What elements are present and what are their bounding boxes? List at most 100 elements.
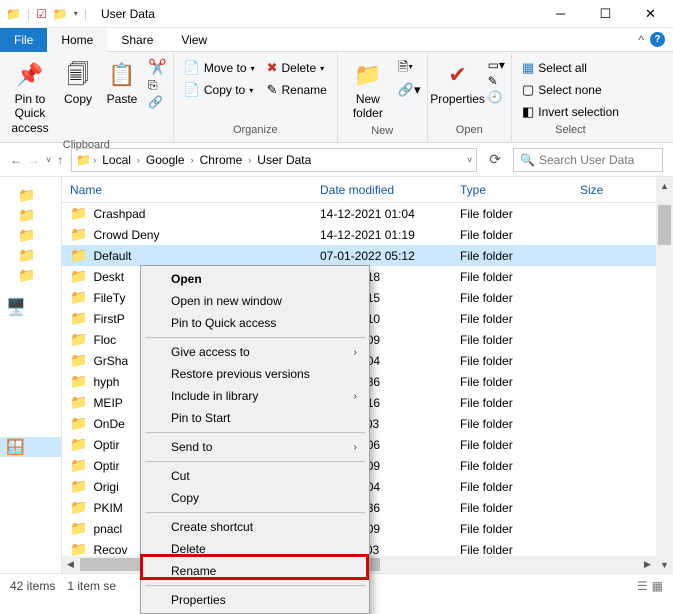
tree-item[interactable]: 📁: [0, 185, 61, 205]
breadcrumb-seg[interactable]: User Data: [253, 153, 315, 167]
select-all-button[interactable]: ▦Select all: [518, 58, 623, 78]
cut-icon[interactable]: ✂️: [148, 58, 167, 76]
ctx-send-to[interactable]: Send to›: [143, 436, 367, 458]
ctx-delete[interactable]: Delete: [143, 538, 367, 560]
file-date: 14-12-2021 01:04: [312, 207, 452, 221]
scroll-down-icon[interactable]: ▼: [656, 556, 673, 573]
invert-icon: ◧: [522, 104, 534, 120]
file-name: pnacl: [93, 522, 122, 536]
open-icon[interactable]: ▭▾: [488, 58, 505, 72]
tree-item[interactable]: 🪟: [0, 437, 61, 457]
tree-item[interactable]: 📁: [0, 205, 61, 225]
file-row[interactable]: 📁Default07-01-2022 05:12File folder: [62, 245, 673, 266]
col-date[interactable]: Date modified: [312, 183, 452, 197]
folder-icon: 📁: [70, 247, 87, 264]
new-folder-button[interactable]: 📁 New folder: [344, 58, 392, 123]
copy-button[interactable]: 🗐 Copy: [58, 58, 98, 108]
chevron-icon[interactable]: ›: [137, 155, 140, 165]
move-to-button[interactable]: 📄Move to▾: [180, 58, 259, 78]
maximize-button[interactable]: ☐: [583, 0, 628, 28]
scroll-up-icon[interactable]: ▲: [656, 177, 673, 194]
folder-icon: 📁: [70, 310, 87, 327]
ctx-create-shortcut[interactable]: Create shortcut: [143, 516, 367, 538]
breadcrumb-seg[interactable]: Local: [98, 153, 135, 167]
ctx-pin-quick-access[interactable]: Pin to Quick access: [143, 312, 367, 334]
folder-icon: 📁: [70, 520, 87, 537]
recent-dropdown[interactable]: ˅: [46, 155, 51, 165]
easy-access-icon[interactable]: 🔗▾: [398, 82, 421, 98]
search-input[interactable]: 🔍 Search User Data: [513, 148, 663, 172]
edit-icon[interactable]: ✎: [488, 74, 505, 88]
help-icon[interactable]: ?: [650, 32, 665, 47]
file-name: Optir: [93, 459, 119, 473]
up-button[interactable]: ↑: [57, 153, 63, 167]
address-dropdown-icon[interactable]: ˅: [467, 155, 472, 165]
tree-item[interactable]: 📁: [0, 265, 61, 285]
breadcrumb-seg[interactable]: Chrome: [196, 153, 247, 167]
properties-button[interactable]: ✔ Properties: [434, 58, 482, 108]
nav-tree[interactable]: 📁 📁 📁 📁 📁 🖥️ 🪟: [0, 177, 62, 573]
checkbox-icon[interactable]: ☑: [36, 7, 47, 21]
folder-icon: 📁: [70, 394, 87, 411]
col-size[interactable]: Size: [572, 183, 632, 197]
paste-button[interactable]: 📋 Paste: [102, 58, 142, 108]
tree-item[interactable]: 🖥️: [0, 297, 61, 317]
file-type: File folder: [452, 291, 572, 305]
details-view-icon[interactable]: ☰: [637, 579, 648, 593]
tree-item[interactable]: 📁: [0, 245, 61, 265]
delete-button[interactable]: ✖Delete▾: [263, 58, 331, 78]
dropdown-icon[interactable]: ▾: [74, 9, 78, 18]
paste-shortcut-icon[interactable]: 🔗: [148, 95, 167, 109]
rename-button[interactable]: ✎Rename: [263, 80, 331, 100]
paste-icon: 📋: [107, 60, 137, 90]
tree-item[interactable]: 📁: [0, 225, 61, 245]
file-row[interactable]: 📁Crowd Deny14-12-2021 01:19File folder: [62, 224, 673, 245]
col-type[interactable]: Type: [452, 183, 572, 197]
ctx-copy[interactable]: Copy: [143, 487, 367, 509]
collapse-ribbon-icon[interactable]: ^: [638, 33, 644, 47]
close-button[interactable]: ✕: [628, 0, 673, 28]
select-none-button[interactable]: ▢Select none: [518, 80, 623, 100]
ctx-open[interactable]: Open: [143, 268, 367, 290]
scroll-left-icon[interactable]: ◀: [62, 556, 79, 573]
ctx-restore-versions[interactable]: Restore previous versions: [143, 363, 367, 385]
copy-path-icon[interactable]: ⎘: [148, 78, 167, 93]
select-all-icon: ▦: [522, 60, 534, 76]
forward-button[interactable]: →: [28, 153, 40, 167]
copy-to-button[interactable]: 📄Copy to▾: [180, 80, 259, 100]
vertical-scrollbar[interactable]: ▲ ▼: [656, 177, 673, 573]
chevron-icon[interactable]: ›: [93, 155, 96, 165]
tab-share[interactable]: Share: [107, 28, 167, 52]
address-bar[interactable]: 📁 › Local › Google › Chrome › User Data …: [71, 148, 477, 172]
folder-icon: 📁: [70, 436, 87, 453]
scroll-right-icon[interactable]: ▶: [639, 556, 656, 573]
new-item-icon[interactable]: 🗎▾: [398, 58, 421, 80]
thumbnails-view-icon[interactable]: ▦: [652, 579, 663, 593]
ctx-pin-start[interactable]: Pin to Start: [143, 407, 367, 429]
tab-view[interactable]: View: [167, 28, 221, 52]
scroll-thumb[interactable]: [658, 205, 671, 245]
file-row[interactable]: 📁Crashpad14-12-2021 01:04File folder: [62, 203, 673, 224]
col-name[interactable]: Name: [62, 183, 312, 197]
ctx-open-new-window[interactable]: Open in new window: [143, 290, 367, 312]
file-type: File folder: [452, 543, 572, 557]
pin-quick-access-button[interactable]: 📌 Pin to Quick access: [6, 58, 54, 137]
tab-home[interactable]: Home: [47, 28, 107, 52]
ctx-give-access[interactable]: Give access to›: [143, 341, 367, 363]
ctx-rename[interactable]: Rename: [143, 560, 367, 582]
ctx-include-library[interactable]: Include in library›: [143, 385, 367, 407]
chevron-icon[interactable]: ›: [191, 155, 194, 165]
file-name: Deskt: [93, 270, 124, 284]
back-button[interactable]: ←: [10, 153, 22, 167]
chevron-icon[interactable]: ›: [248, 155, 251, 165]
refresh-button[interactable]: ⟳: [485, 151, 505, 168]
file-type: File folder: [452, 438, 572, 452]
history-icon[interactable]: 🕘: [488, 90, 505, 104]
folder-icon: 📁: [53, 7, 68, 21]
tab-file[interactable]: File: [0, 28, 47, 52]
file-date: 14-12-2021 01:19: [312, 228, 452, 242]
breadcrumb-seg[interactable]: Google: [142, 153, 189, 167]
minimize-button[interactable]: ─: [538, 0, 583, 28]
ctx-cut[interactable]: Cut: [143, 465, 367, 487]
invert-selection-button[interactable]: ◧Invert selection: [518, 102, 623, 122]
